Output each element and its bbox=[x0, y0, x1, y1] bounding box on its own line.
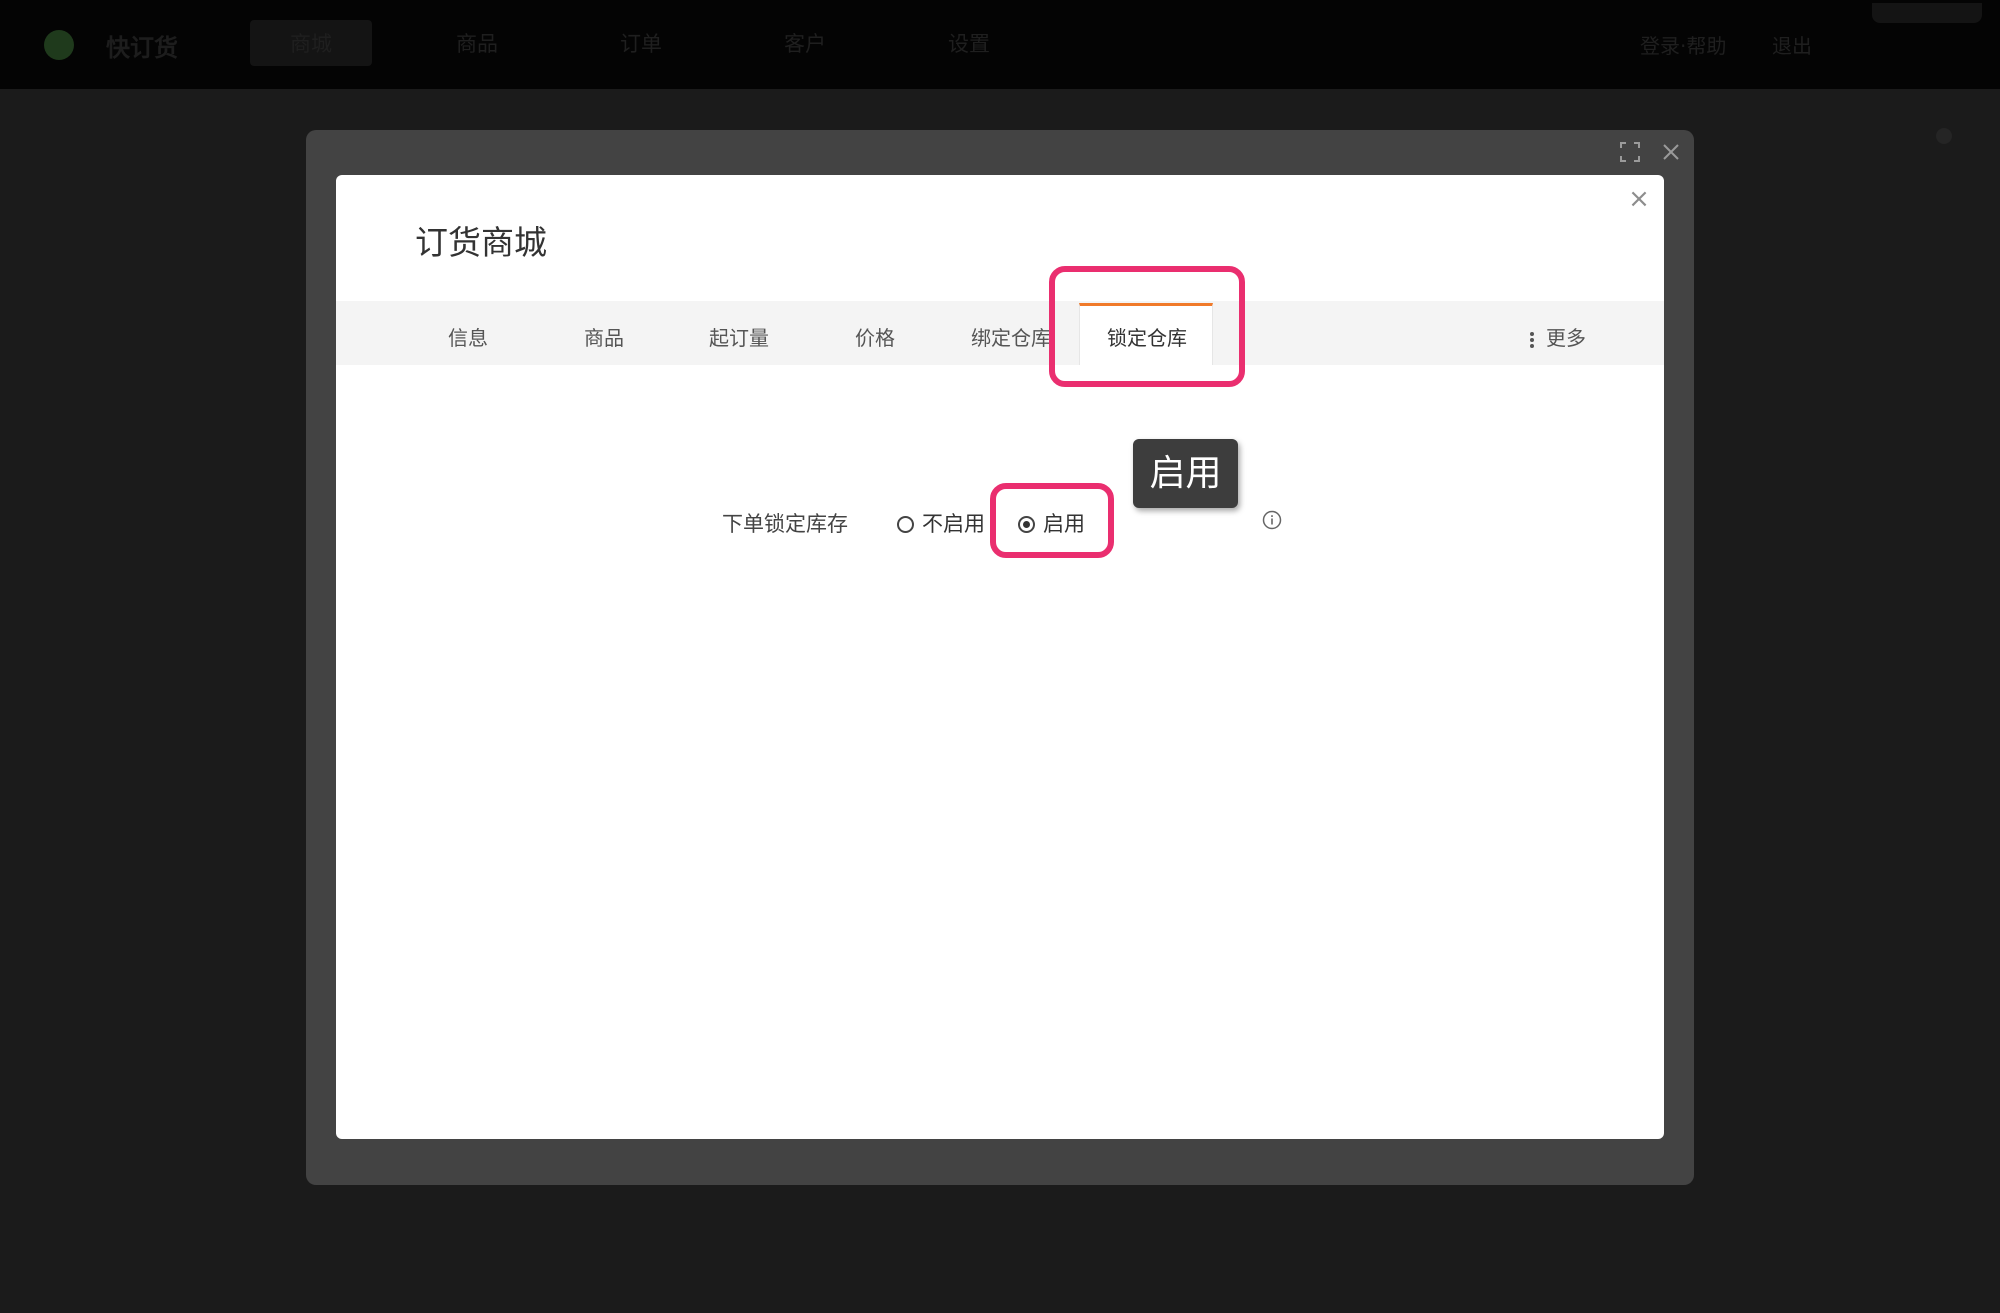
dialog-title: 订货商城 bbox=[415, 223, 547, 262]
nav-logout-link[interactable]: 退出 bbox=[1772, 30, 1812, 59]
highlight-active-tab bbox=[1049, 266, 1245, 387]
top-navigation-bar: 快订货 商城 商品 订单 客户 设置 登录·帮助 退出 bbox=[0, 0, 2000, 89]
tooltip: 启用 bbox=[1133, 439, 1238, 508]
close-icon[interactable] bbox=[1661, 142, 1681, 162]
nav-item-settings[interactable]: 设置 bbox=[948, 28, 990, 58]
logo-icon bbox=[44, 30, 74, 60]
tab-min-order[interactable]: 起订量 bbox=[709, 322, 769, 351]
highlight-enable-radio bbox=[990, 483, 1114, 558]
radio-disable-label: 不启用 bbox=[922, 512, 985, 536]
nav-item-products[interactable]: 商品 bbox=[456, 28, 498, 58]
expand-icon[interactable] bbox=[1620, 142, 1640, 162]
tab-bind-warehouse[interactable]: 绑定仓库 bbox=[971, 322, 1051, 351]
vertical-dots-icon bbox=[1530, 330, 1536, 350]
tab-info[interactable]: 信息 bbox=[448, 322, 488, 351]
dialog-close-button[interactable]: × bbox=[1626, 186, 1652, 212]
side-indicator bbox=[1936, 128, 1952, 144]
logo-text: 快订货 bbox=[106, 34, 178, 62]
more-button[interactable]: 更多 bbox=[1530, 322, 1586, 351]
more-label: 更多 bbox=[1546, 326, 1586, 350]
tab-products[interactable]: 商品 bbox=[584, 322, 624, 351]
info-icon[interactable] bbox=[1262, 510, 1282, 530]
radio-disable[interactable]: 不启用 bbox=[897, 508, 985, 538]
lock-stock-label: 下单锁定库存 bbox=[722, 512, 848, 536]
nav-help-link[interactable]: 登录·帮助 bbox=[1640, 30, 1726, 59]
window-controls[interactable] bbox=[1872, 3, 1982, 23]
nav-item-orders[interactable]: 订单 bbox=[620, 28, 662, 58]
radio-unchecked-icon bbox=[897, 516, 914, 533]
nav-item-mall[interactable]: 商城 bbox=[250, 20, 372, 66]
tab-price[interactable]: 价格 bbox=[855, 322, 895, 351]
nav-item-customers[interactable]: 客户 bbox=[784, 28, 826, 58]
